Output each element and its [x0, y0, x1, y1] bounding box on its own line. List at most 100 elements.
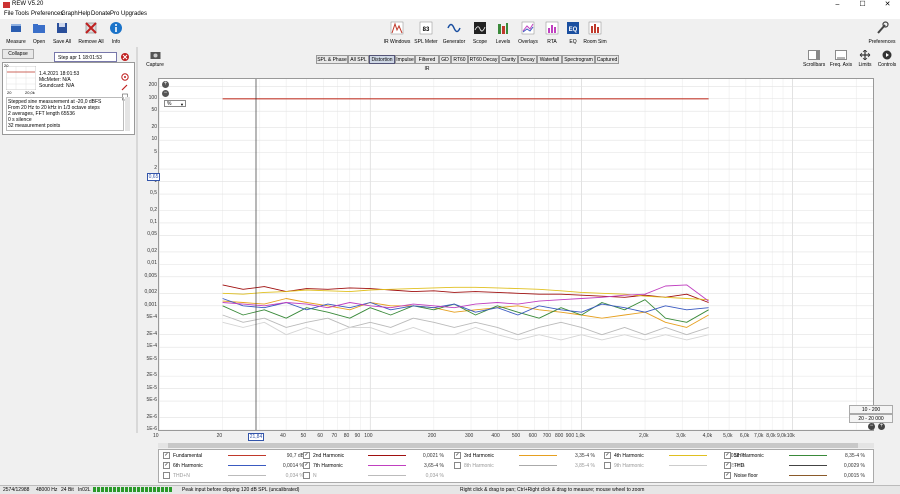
tab-spl-phase[interactable]: SPL & Phase [316, 55, 348, 64]
y-tick-label: 100 [148, 94, 157, 101]
legend-item[interactable]: ✓ 3rd Harmonic 3,35-4 % [454, 452, 595, 461]
legend-checkbox[interactable]: ✓ [163, 462, 170, 470]
levels-button[interactable]: Levels [490, 21, 516, 45]
overlays-button[interactable]: Overlays [514, 21, 542, 45]
legend-checkbox[interactable] [454, 462, 461, 470]
legend-checkbox[interactable]: ✓ [724, 452, 731, 460]
menu-pro-upgrades[interactable]: Pro Upgrades [110, 11, 147, 17]
legend-swatch [789, 475, 827, 477]
edit-icon[interactable] [121, 83, 129, 91]
menu-preferences[interactable]: Preferences [31, 11, 63, 17]
range-10-200-button[interactable]: 10 - 200 [849, 405, 893, 414]
tab-distortion[interactable]: Distortion [369, 55, 395, 64]
zoom-in-y-button[interactable]: + [162, 81, 169, 88]
tab-rt60[interactable]: RT60 [451, 55, 468, 64]
x-tick-label: 10k [786, 433, 795, 439]
tab-decay[interactable]: Decay [518, 55, 537, 64]
legend-item[interactable]: THD+N 0,034 % [163, 472, 304, 481]
legend-item[interactable]: ✓ 5th Harmonic 8,35-4 % [724, 452, 865, 461]
legend-checkbox[interactable]: ✓ [303, 452, 310, 460]
tab-impulse[interactable]: Impulse [395, 55, 415, 64]
legend-item[interactable]: ✓ Noise floor 0,0015 % [724, 472, 865, 481]
legend-label: 4th Harmonic [614, 453, 644, 459]
x-scrollbar[interactable] [158, 443, 874, 448]
tab-rt60-decay[interactable]: RT60 Decay [468, 55, 499, 64]
legend-item[interactable]: ✓ 2nd Harmonic 0,0021 % [303, 452, 444, 461]
limits-icon [859, 49, 871, 61]
target-icon[interactable] [121, 73, 129, 81]
y-tick-label: 2E-5 [146, 372, 157, 379]
maximize-button[interactable]: ☐ [850, 0, 875, 10]
zoom-out-y-button[interactable]: − [162, 90, 169, 97]
y-tick-label: 2 [154, 165, 157, 172]
y-tick-label: 5E-4 [146, 314, 157, 321]
freq-axis-label: Freq. Axis [829, 62, 853, 68]
distortion-graph[interactable]: + − % ▼ 10 - 200 20 - 20 000 [158, 78, 893, 431]
menu-tools[interactable]: Tools [15, 11, 29, 17]
legend-checkbox[interactable]: ✓ [604, 452, 611, 460]
preferences-button[interactable]: Preferences [866, 21, 898, 45]
unit-select[interactable]: % ▼ [164, 100, 186, 107]
spl-meter-label: SPL Meter [414, 39, 438, 45]
legend-item[interactable]: N 0,034 % [303, 472, 444, 481]
spl-meter-button[interactable]: 83 SPL Meter [412, 21, 440, 45]
x-tick-label: 3,0k [676, 433, 686, 439]
remove-measurement-icon[interactable] [120, 52, 130, 62]
tab-captured[interactable]: Captured [595, 55, 619, 64]
controls-button[interactable]: Controls [876, 50, 898, 68]
close-button[interactable]: ✕ [875, 0, 900, 10]
zoom-out-x-button[interactable]: − [868, 423, 875, 430]
minimize-button[interactable]: – [825, 0, 850, 10]
notes-scrollbar[interactable] [125, 97, 130, 131]
menu-file[interactable]: File [4, 11, 14, 17]
legend-checkbox[interactable]: ✓ [724, 462, 731, 470]
menu-help[interactable]: Help [78, 11, 90, 17]
legend-item[interactable]: ✓ 7th Harmonic 3,65-4 % [303, 462, 444, 471]
capture-button[interactable]: Capture [145, 50, 165, 68]
freq-axis-button[interactable]: Freq. Axis [829, 50, 853, 68]
tab-filtered-ir[interactable]: Filtered IR [415, 55, 439, 72]
x-tick-label: 40 [280, 433, 286, 439]
legend-item[interactable]: 8th Harmonic 3,85-4 % [454, 462, 595, 471]
status-input-device: In02L [78, 487, 91, 493]
collapse-button[interactable]: Collapse [2, 49, 34, 59]
legend-item[interactable]: ✓ 6th Harmonic 0,0014 % [163, 462, 304, 471]
y-tick-label: 0,05 [147, 231, 157, 238]
legend-item[interactable]: ✓ Fundamental 90,7 dB [163, 452, 304, 461]
legend-checkbox[interactable]: ✓ [724, 472, 731, 480]
scrollbars-button[interactable]: Scrollbars [803, 50, 825, 68]
menu-graph[interactable]: Graph [61, 11, 78, 17]
measurement-thumbnail[interactable] [6, 66, 36, 90]
x-tick-label: 5,0k [723, 433, 733, 439]
measurement-name-field[interactable]: Step apr 1 18:01:53 [54, 52, 117, 62]
zoom-in-x-button[interactable]: + [878, 423, 885, 430]
remove-all-button[interactable]: Remove All [76, 21, 106, 45]
info-button[interactable]: Info [103, 21, 129, 45]
distortion-chart[interactable] [159, 79, 873, 430]
tab-clarity[interactable]: Clarity [499, 55, 518, 64]
measurement-notes[interactable]: Stepped sine measurement at -20,0 dBFS F… [6, 97, 124, 131]
x-scrollbar-thumb[interactable] [168, 443, 858, 448]
legend-checkbox[interactable]: ✓ [303, 462, 310, 470]
legend-checkbox[interactable]: ✓ [454, 452, 461, 460]
legend-checkbox[interactable]: ✓ [163, 452, 170, 460]
tab-waterfall[interactable]: Waterfall [537, 55, 562, 64]
x-tick-label: 70 [331, 433, 338, 439]
ir-windows-button[interactable]: IR Windows [383, 21, 411, 45]
tab-spectrogram[interactable]: Spectrogram [562, 55, 595, 64]
limits-button[interactable]: Limits [855, 49, 875, 68]
legend-label: 2nd Harmonic [313, 453, 345, 459]
tab-all-spl[interactable]: All SPL [348, 55, 369, 64]
legend-checkbox[interactable] [163, 472, 170, 480]
legend-item[interactable]: ✓ THD 0,0029 % [724, 462, 865, 471]
menu-donate[interactable]: Donate [91, 11, 110, 17]
panel-divider[interactable] [136, 47, 138, 433]
tab-gd[interactable]: GD [439, 55, 451, 64]
range-20-20000-button[interactable]: 20 - 20 000 [849, 414, 893, 423]
room-sim-button[interactable]: Room Sim [581, 21, 609, 45]
x-axis-labels: 1020304050607080901002003004005006007008… [153, 433, 874, 441]
save-all-button[interactable]: Save All [49, 21, 75, 45]
legend-checkbox[interactable] [303, 472, 310, 480]
generator-button[interactable]: Generator [441, 21, 467, 45]
legend-checkbox[interactable] [604, 462, 611, 470]
